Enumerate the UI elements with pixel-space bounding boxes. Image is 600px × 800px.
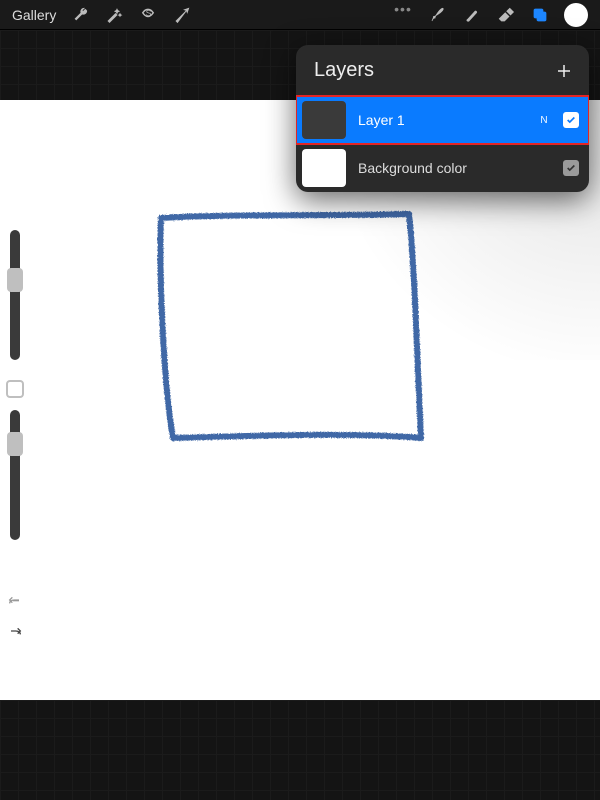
layer-thumbnail <box>302 101 346 139</box>
top-toolbar: Gallery S ••• <box>0 0 600 30</box>
undo-redo-group <box>0 594 30 646</box>
layer-thumbnail <box>302 149 346 187</box>
layer-name-label: Background color <box>358 160 525 176</box>
layer-visibility-checkbox[interactable] <box>563 160 579 176</box>
layer-visibility-checkbox[interactable] <box>563 112 579 128</box>
brush-size-handle[interactable] <box>7 268 23 292</box>
layers-header: Layers <box>296 45 589 96</box>
layers-icon[interactable] <box>524 0 556 30</box>
opacity-handle[interactable] <box>7 432 23 456</box>
opacity-slider[interactable] <box>10 410 20 540</box>
layer-row-selected[interactable]: Layer 1 N <box>296 96 589 144</box>
svg-text:S: S <box>146 8 152 17</box>
canvas-margin-bottom <box>0 700 600 800</box>
layers-panel: Layers Layer 1 N Background color <box>296 45 589 192</box>
color-swatch[interactable] <box>564 3 588 27</box>
layer-name-label: Layer 1 <box>358 112 525 128</box>
eraser-icon[interactable] <box>490 0 522 30</box>
layer-blend-mode[interactable]: N <box>537 115 551 126</box>
brush-size-slider[interactable] <box>10 230 20 360</box>
more-menu-icon[interactable]: ••• <box>386 1 420 17</box>
modify-tool-button[interactable] <box>6 380 24 398</box>
drawn-rectangle <box>155 210 425 448</box>
transform-arrow-icon[interactable] <box>166 0 198 30</box>
gallery-button[interactable]: Gallery <box>6 7 62 23</box>
layer-row-background[interactable]: Background color <box>296 144 589 192</box>
undo-button[interactable] <box>7 594 23 615</box>
layers-title: Layers <box>314 59 374 82</box>
redo-button[interactable] <box>7 625 23 646</box>
selection-icon[interactable]: S <box>132 0 164 30</box>
side-sliders <box>0 230 30 552</box>
wrench-icon[interactable] <box>64 0 96 30</box>
add-layer-button[interactable] <box>555 62 573 80</box>
magic-wand-icon[interactable] <box>98 0 130 30</box>
brush-icon[interactable] <box>422 0 454 30</box>
smudge-icon[interactable] <box>456 0 488 30</box>
